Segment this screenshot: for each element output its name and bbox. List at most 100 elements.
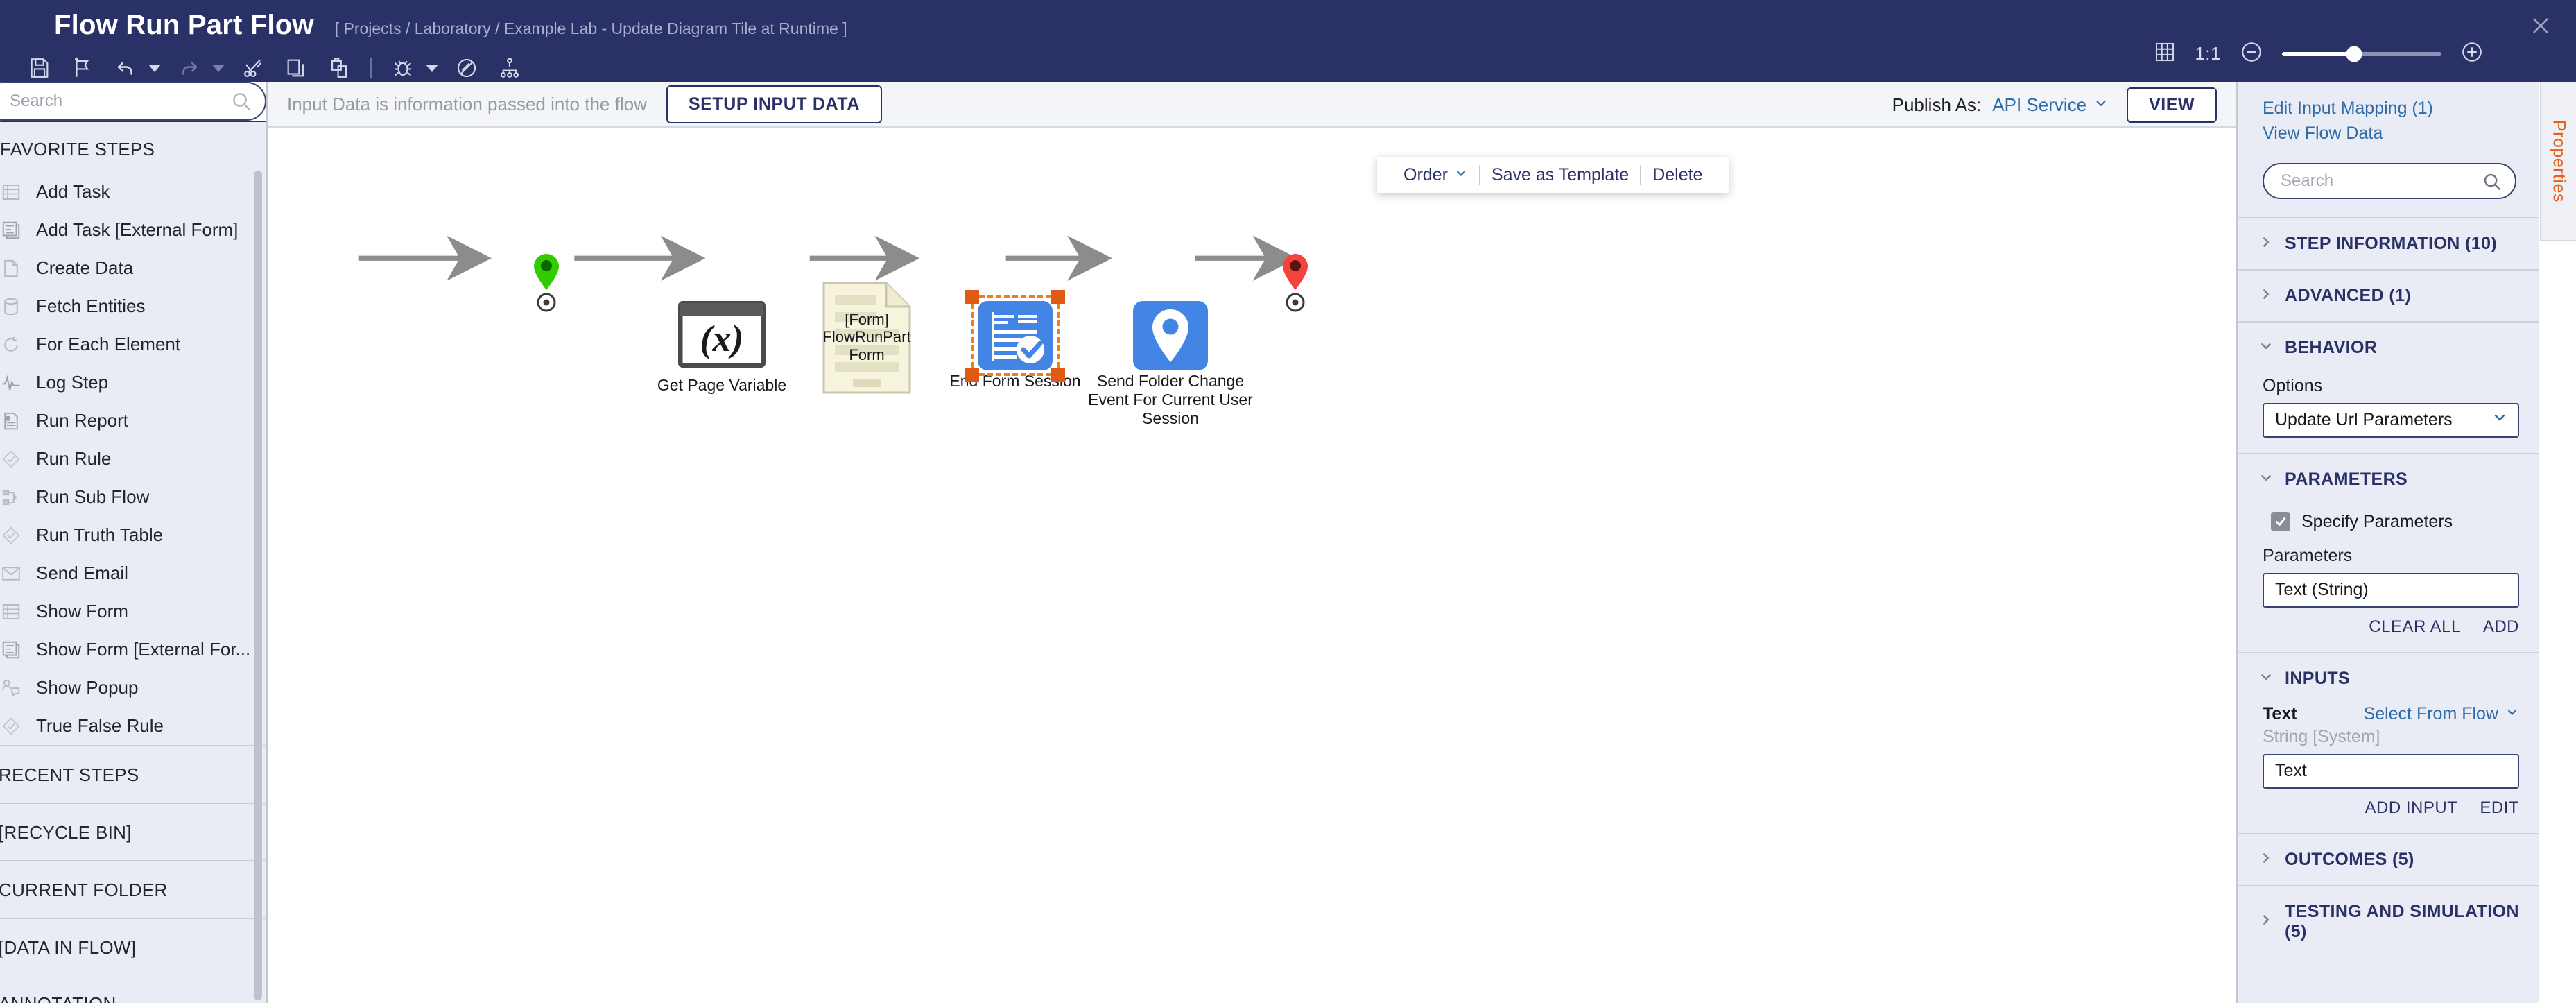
section-title: ADVANCED (1) <box>2285 285 2412 305</box>
location-pin-icon <box>1133 301 1208 370</box>
sidebar-item-show-form[interactable]: Show Form <box>0 592 266 631</box>
specify-parameters-label: Specify Parameters <box>2301 511 2453 531</box>
search-icon <box>230 90 252 116</box>
sidebar-item-show-popup[interactable]: Show Popup <box>0 669 266 707</box>
section-outcomes[interactable]: OUTCOMES (5) <box>2238 832 2539 885</box>
flow-start-node[interactable] <box>531 252 562 322</box>
inputs-actions: ADD INPUT EDIT <box>2263 789 2519 818</box>
section-behavior[interactable]: BEHAVIOR <box>2238 320 2539 373</box>
sidebar-item-log-step[interactable]: Log Step <box>0 363 266 402</box>
cut-icon[interactable] <box>232 52 275 84</box>
view-flow-data-link[interactable]: View Flow Data <box>2263 121 2539 146</box>
section-advanced[interactable]: ADVANCED (1) <box>2238 268 2539 321</box>
chevron-down-icon <box>2258 669 2274 688</box>
redo-icon[interactable] <box>168 52 211 84</box>
flow-step-form[interactable]: [Form] FlowRunPart Form <box>822 282 911 394</box>
debug-dropdown-caret[interactable] <box>426 64 438 72</box>
context-menu-order[interactable]: Order <box>1392 165 1479 185</box>
flow-step-send-folder-change-event[interactable]: Send Folder Change Event For Current Use… <box>1088 300 1253 427</box>
select-from-flow-dropdown[interactable]: Select From Flow <box>2364 704 2519 724</box>
sidebar-item-for-each-element[interactable]: For Each Element <box>0 325 266 363</box>
close-icon[interactable] <box>2525 10 2557 42</box>
section-title: STEP INFORMATION (10) <box>2285 233 2498 253</box>
sidebar-item-add-task[interactable]: Add Task <box>0 173 266 211</box>
edit-input-button[interactable]: EDIT <box>2480 798 2519 818</box>
section-parameters[interactable]: PARAMETERS <box>2238 452 2539 505</box>
zoom-ratio-label: 1:1 <box>2195 43 2221 64</box>
sidebar-item-true-false-rule[interactable]: True False Rule <box>0 707 266 745</box>
undo-icon[interactable] <box>104 52 147 84</box>
input-value-field[interactable] <box>2263 753 2519 789</box>
inputs-block: Text Select From Flow String [System] Te… <box>2238 704 2539 833</box>
zoom-out-icon[interactable] <box>2239 40 2264 68</box>
add-input-button[interactable]: ADD INPUT <box>2365 798 2457 818</box>
context-menu-order-label: Order <box>1403 164 1448 185</box>
paste-icon[interactable] <box>318 52 361 84</box>
sidebar-section-annotation[interactable]: ANNOTATION <box>0 975 266 1003</box>
zoom-slider[interactable] <box>2282 46 2441 62</box>
sidebar-item-run-report[interactable]: Run Report <box>0 402 266 440</box>
zoom-slider-handle[interactable] <box>2346 46 2362 62</box>
specify-parameters-checkbox[interactable] <box>2271 512 2290 531</box>
form-rows-icon <box>0 599 24 624</box>
sidebar-section-recycle-bin[interactable]: [RECYCLE BIN] <box>0 803 266 860</box>
sidebar-section-data-in-flow[interactable]: [DATA IN FLOW] <box>0 918 266 975</box>
add-parameter-button[interactable]: ADD <box>2483 617 2519 637</box>
sidebar-item-add-task-external-form[interactable]: Add Task [External Form] <box>0 211 266 249</box>
undo-dropdown-caret[interactable] <box>148 64 161 72</box>
hierarchy-icon[interactable] <box>488 52 531 84</box>
section-inputs[interactable]: INPUTS <box>2238 651 2539 704</box>
flag-icon[interactable] <box>61 52 104 84</box>
flow-step-end-form-session[interactable]: End Form Session <box>949 300 1081 390</box>
end-form-session-icon <box>978 301 1053 370</box>
page-title: Flow Run Part Flow <box>54 10 314 40</box>
publish-as-value: API Service <box>1992 94 2087 115</box>
sidebar-scroll-area: FAVORITE STEPS Add Task Add Task [Extern… <box>0 122 266 1003</box>
sidebar-item-label: Create Data <box>36 257 134 278</box>
chevron-down-icon <box>2258 470 2274 489</box>
properties-outer: Edit Input Mapping (1) View Flow Data Se… <box>2238 82 2576 1003</box>
publish-as-select[interactable]: API Service <box>1992 94 2109 116</box>
parameters-field-label: Parameters <box>2263 545 2353 565</box>
view-button[interactable]: VIEW <box>2127 87 2217 123</box>
copy-icon[interactable] <box>275 52 318 84</box>
sidebar-scrollbar[interactable] <box>254 171 262 1000</box>
no-entry-icon[interactable] <box>445 52 488 84</box>
context-menu-delete[interactable]: Delete <box>1641 165 1713 185</box>
sidebar-item-show-form-external[interactable]: Show Form [External For... <box>0 631 266 669</box>
properties-search-input[interactable] <box>2263 162 2516 199</box>
section-step-information[interactable]: STEP INFORMATION (10) <box>2238 216 2539 269</box>
steps-sidebar: FAVORITE STEPS Add Task A <box>0 82 268 1003</box>
redo-dropdown-caret[interactable] <box>212 64 225 72</box>
setup-input-data-button[interactable]: SETUP INPUT DATA <box>666 85 882 123</box>
sidebar-item-fetch-entities[interactable]: Fetch Entities <box>0 287 266 325</box>
zoom-in-icon[interactable] <box>2460 40 2484 68</box>
context-menu-save-as-template[interactable]: Save as Template <box>1480 165 1640 185</box>
sidebar-item-label: Send Email <box>36 563 128 583</box>
chevron-down-icon <box>2093 94 2109 116</box>
sidebar-item-run-sub-flow[interactable]: Run Sub Flow <box>0 478 266 516</box>
clear-all-button[interactable]: CLEAR ALL <box>2369 617 2461 637</box>
options-label: Options <box>2263 375 2323 395</box>
save-icon[interactable] <box>18 52 61 84</box>
section-testing-and-simulation[interactable]: TESTING AND SIMULATION (5) <box>2238 884 2539 957</box>
debug-icon[interactable] <box>381 52 424 84</box>
sidebar-item-send-email[interactable]: Send Email <box>0 554 266 592</box>
rule-diamond-icon <box>0 523 24 548</box>
sidebar-item-run-rule[interactable]: Run Rule <box>0 440 266 478</box>
sidebar-item-label: Run Truth Table <box>36 524 164 545</box>
options-select[interactable]: Update Url Parameters <box>2263 402 2519 438</box>
sidebar-item-create-data[interactable]: Create Data <box>0 249 266 287</box>
flow-end-node[interactable] <box>1280 252 1311 322</box>
sidebar-item-run-truth-table[interactable]: Run Truth Table <box>0 516 266 554</box>
sidebar-section-recent-steps[interactable]: RECENT STEPS <box>0 745 266 803</box>
sidebar-item-label: Run Report <box>36 410 128 431</box>
edit-input-mapping-link[interactable]: Edit Input Mapping (1) <box>2263 96 2539 121</box>
sidebar-section-current-folder[interactable]: CURRENT FOLDER <box>0 860 266 918</box>
properties-tab[interactable]: Properties <box>2540 82 2576 241</box>
sidebar-search-input[interactable] <box>0 82 266 121</box>
grid-icon[interactable] <box>2153 40 2177 67</box>
flow-canvas[interactable]: (x) Get Page Variable [Form] FlowRunPart… <box>268 128 2236 1003</box>
parameters-input[interactable] <box>2263 572 2519 608</box>
flow-step-get-page-variable[interactable]: (x) Get Page Variable <box>657 300 786 394</box>
